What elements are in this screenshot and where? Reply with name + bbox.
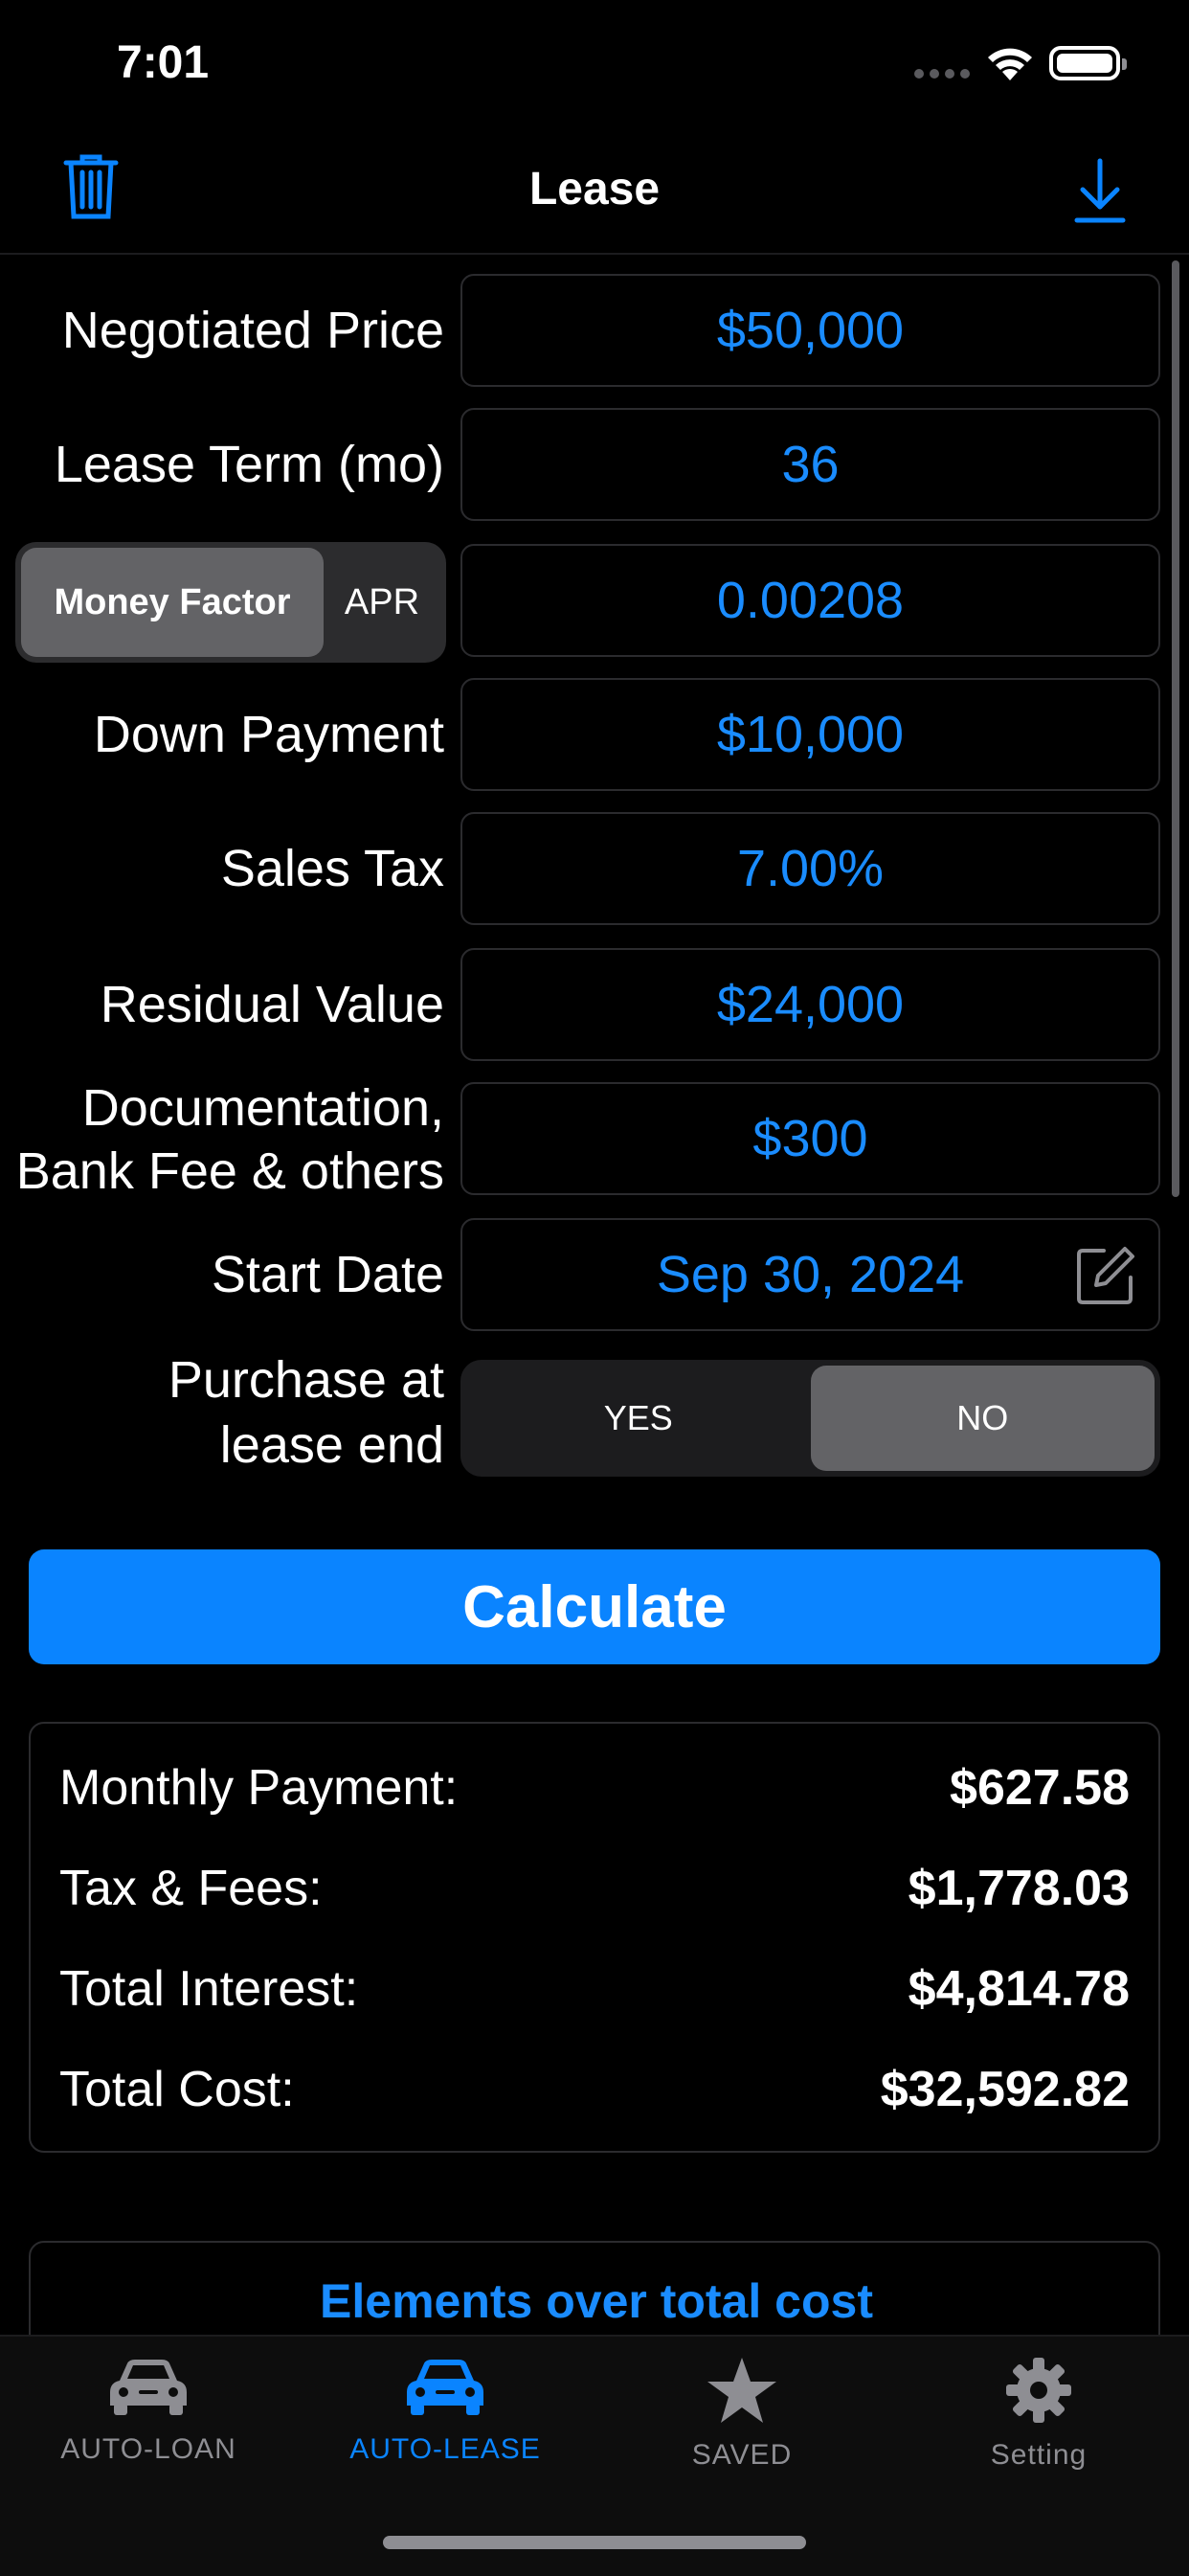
result-row-total-cost: Total Cost: $32,592.82: [59, 2058, 1130, 2121]
result-label: Total Interest:: [59, 1961, 359, 2017]
rate-mode-segmented-control[interactable]: Money Factor APR: [15, 542, 446, 663]
purchase-label-line2: lease end: [219, 1416, 444, 1474]
nav-divider: [0, 253, 1189, 255]
tab-label: AUTO-LOAN: [60, 2433, 236, 2465]
down-payment-field[interactable]: $10,000: [460, 678, 1160, 791]
edit-icon[interactable]: [1075, 1245, 1136, 1319]
tab-saved[interactable]: SAVED: [594, 2356, 890, 2472]
sales-tax-label: Sales Tax: [220, 840, 444, 897]
lease-term-field[interactable]: 36: [460, 408, 1160, 521]
start-date-field[interactable]: Sep 30, 2024: [460, 1218, 1160, 1331]
residual-value-field[interactable]: $24,000: [460, 948, 1160, 1061]
result-row-tax-fees: Tax & Fees: $1,778.03: [59, 1857, 1130, 1920]
scrollbar[interactable]: [1172, 260, 1179, 1197]
doc-fees-label-line1: Documentation,: [81, 1079, 444, 1137]
doc-fees-field[interactable]: $300: [460, 1082, 1160, 1195]
car-icon: [106, 2356, 191, 2424]
sales-tax-field[interactable]: 7.00%: [460, 812, 1160, 925]
result-value: $32,592.82: [880, 2062, 1130, 2117]
calculate-button[interactable]: Calculate: [29, 1549, 1160, 1664]
elements-title: Elements over total cost: [320, 2274, 873, 2328]
tab-label: Setting: [990, 2439, 1088, 2471]
purchase-no-option[interactable]: NO: [810, 1366, 1155, 1471]
tab-label: SAVED: [691, 2439, 793, 2471]
money-factor-field[interactable]: 0.00208: [460, 544, 1160, 657]
doc-fees-label-line2: Bank Fee & others: [15, 1142, 444, 1200]
status-time: 7:01: [117, 37, 210, 88]
tab-setting[interactable]: Setting: [890, 2356, 1187, 2472]
start-date-label: Start Date: [211, 1246, 444, 1303]
download-icon[interactable]: [1057, 147, 1143, 234]
money-factor-option[interactable]: Money Factor: [21, 548, 324, 657]
home-indicator[interactable]: [383, 2536, 806, 2549]
battery-icon: [1049, 46, 1127, 80]
result-row-monthly-payment: Monthly Payment: $627.58: [59, 1756, 1130, 1819]
purchase-yes-option[interactable]: YES: [466, 1366, 811, 1471]
result-value: $627.58: [950, 1760, 1130, 1816]
down-payment-label: Down Payment: [93, 706, 444, 763]
negotiated-price-label: Negotiated Price: [61, 302, 444, 359]
purchase-label-line1: Purchase at: [168, 1351, 444, 1409]
result-label: Tax & Fees:: [59, 1861, 323, 1916]
tab-auto-lease[interactable]: AUTO-LEASE: [297, 2356, 594, 2466]
wifi-icon: [986, 46, 1034, 87]
car-icon: [403, 2356, 487, 2424]
star-icon: [706, 2356, 778, 2429]
result-row-total-interest: Total Interest: $4,814.78: [59, 1957, 1130, 2021]
lease-term-label: Lease Term (mo): [54, 436, 444, 493]
tab-auto-loan[interactable]: AUTO-LOAN: [0, 2356, 297, 2466]
result-value: $4,814.78: [908, 1961, 1130, 2017]
start-date-value: Sep 30, 2024: [656, 1246, 965, 1303]
apr-option[interactable]: APR: [324, 548, 440, 657]
residual-value-label: Residual Value: [100, 976, 444, 1033]
page-title: Lease: [528, 164, 661, 215]
result-label: Monthly Payment:: [59, 1760, 459, 1816]
result-value: $1,778.03: [908, 1861, 1130, 1916]
gear-icon: [1004, 2356, 1073, 2429]
result-label: Total Cost:: [59, 2062, 295, 2117]
tab-label: AUTO-LEASE: [349, 2433, 541, 2465]
cellular-signal-icon: [914, 69, 970, 79]
results-card: Monthly Payment: $627.58 Tax & Fees: $1,…: [29, 1722, 1160, 2153]
negotiated-price-field[interactable]: $50,000: [460, 274, 1160, 387]
purchase-segmented-control[interactable]: YES NO: [460, 1360, 1160, 1477]
